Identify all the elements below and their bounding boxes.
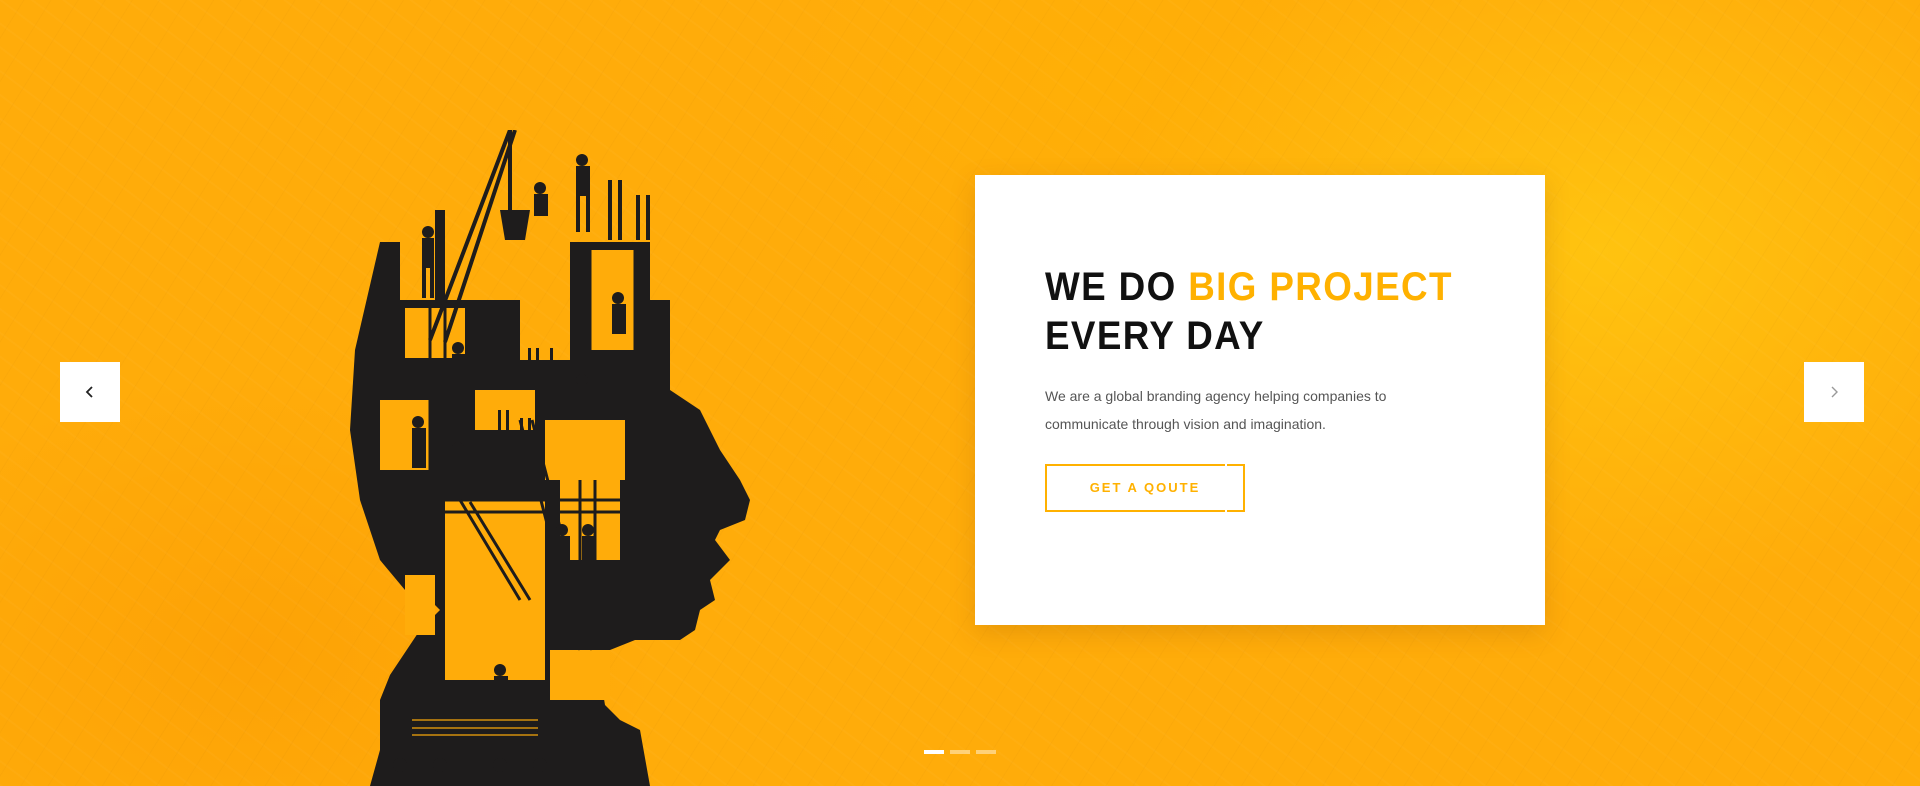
grunge-texture [0,0,1920,786]
slide-title-part1: WE DO [1045,265,1189,309]
get-a-quote-label: GET A QOUTE [1089,480,1201,495]
hero-slider: WE DO BIG PROJECT EVERY DAY We are a glo… [0,0,1920,786]
get-a-quote-button[interactable]: GET A QOUTE [1045,464,1245,512]
chevron-left-icon [85,386,93,398]
slide-title: WE DO BIG PROJECT EVERY DAY [1045,263,1453,361]
construction-head-illustration [350,130,750,786]
button-edge-top [1063,464,1227,466]
slider-pagination [924,750,996,754]
button-edge-bottom [1063,510,1227,512]
slider-dot-1[interactable] [924,750,944,754]
slide-content-card: WE DO BIG PROJECT EVERY DAY We are a glo… [975,175,1545,625]
slide-title-part2: EVERY DAY [1045,314,1265,358]
slide-description: We are a global branding agency helping … [1045,388,1387,432]
slider-dot-2[interactable] [950,750,970,754]
chevron-right-icon [1831,386,1838,398]
slider-dot-3[interactable] [976,750,996,754]
slide-title-accent: BIG PROJECT [1188,265,1453,309]
slider-next-button[interactable] [1804,362,1864,422]
slider-prev-button[interactable] [60,362,120,422]
